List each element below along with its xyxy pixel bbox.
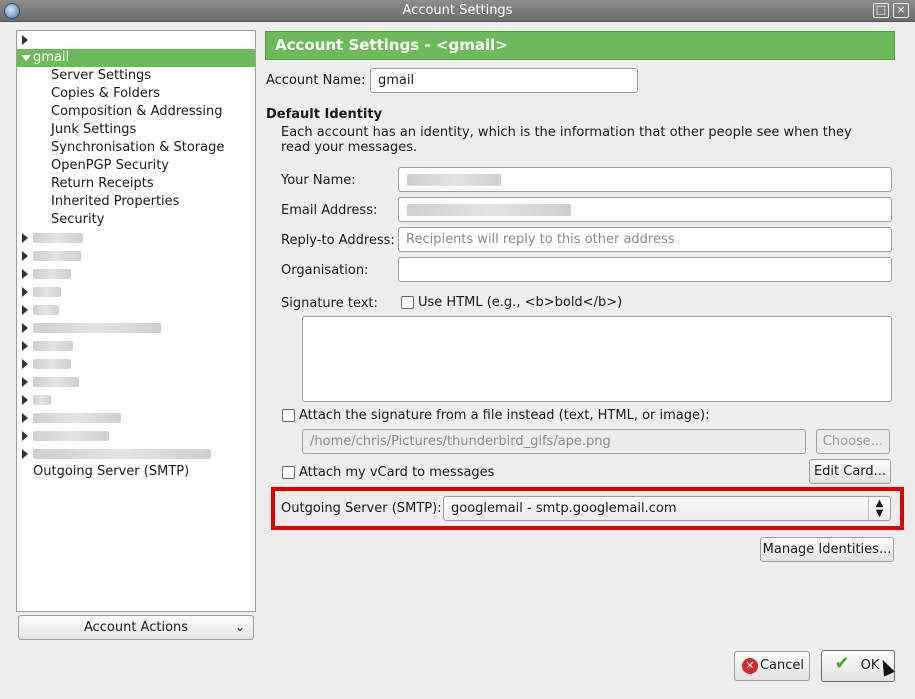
- account-tree[interactable]: gmail Server Settings Copies & Folders C…: [16, 30, 256, 612]
- reply-to-label: Reply-to Address:: [281, 233, 395, 248]
- tree-row-gmail-account[interactable]: gmail: [17, 49, 255, 67]
- use-html-checkbox[interactable]: [401, 296, 414, 309]
- expand-arrow-icon[interactable]: [22, 305, 28, 315]
- tree-item-security[interactable]: Security: [17, 211, 255, 229]
- account-name-input[interactable]: gmail: [370, 68, 638, 93]
- account-name-label: Account Name:: [266, 73, 366, 88]
- cancel-icon: ✕: [742, 658, 758, 674]
- ok-label: OK: [860, 658, 880, 673]
- redacted-label: [33, 377, 79, 387]
- tree-account-label: gmail: [33, 50, 70, 65]
- cancel-label: Cancel: [759, 658, 805, 673]
- tree-row-redacted-account[interactable]: [17, 373, 255, 391]
- use-html-label: Use HTML (e.g., <b>bold</b>): [418, 295, 623, 310]
- tree-item-outgoing-server[interactable]: Outgoing Server (SMTP): [17, 463, 255, 481]
- redacted-label: [33, 269, 71, 279]
- choose-button[interactable]: Choose...: [816, 429, 890, 454]
- tree-row-redacted-account[interactable]: [17, 391, 255, 409]
- expand-arrow-icon[interactable]: [22, 431, 28, 441]
- redacted-label: [33, 449, 211, 459]
- smtp-select[interactable]: googlemail - smtp.googlemail.com ▲ ▼: [443, 496, 891, 521]
- redacted-label: [33, 413, 121, 423]
- redacted-label: [33, 305, 59, 315]
- smtp-label: Outgoing Server (SMTP):: [281, 501, 442, 516]
- redacted-label: [33, 233, 83, 243]
- tree-item-server-settings[interactable]: Server Settings: [17, 67, 255, 85]
- attach-vcard-checkbox[interactable]: [282, 466, 295, 479]
- expand-arrow-icon[interactable]: [22, 233, 28, 243]
- tree-row-redacted-account[interactable]: [17, 445, 255, 463]
- your-name-input[interactable]: [398, 167, 892, 192]
- panel-header: Account Settings - <gmail>: [265, 31, 895, 60]
- tree-row-redacted-account[interactable]: [17, 355, 255, 373]
- signature-textarea[interactable]: [302, 316, 892, 402]
- organisation-input[interactable]: [398, 257, 892, 282]
- chevron-down-icon: ⌄: [234, 620, 245, 634]
- expand-arrow-icon[interactable]: [22, 359, 28, 369]
- email-label: Email Address:: [281, 203, 378, 218]
- updown-arrow-icon: ▲ ▼: [868, 497, 890, 520]
- close-button[interactable]: ×: [893, 3, 909, 18]
- expand-arrow-icon[interactable]: [22, 377, 28, 387]
- organisation-label: Organisation:: [281, 263, 369, 278]
- redacted-label: [33, 251, 81, 261]
- reply-to-input[interactable]: Recipients will reply to this other addr…: [398, 227, 892, 252]
- email-input[interactable]: [398, 197, 892, 222]
- tree-row-redacted-account[interactable]: [17, 247, 255, 265]
- expand-arrow-icon[interactable]: [22, 341, 28, 351]
- attach-vcard-label: Attach my vCard to messages: [299, 465, 495, 480]
- default-identity-title: Default Identity: [266, 107, 383, 122]
- tree-row-redacted-account[interactable]: [17, 427, 255, 445]
- collapse-arrow-icon[interactable]: [21, 55, 31, 61]
- signature-text-label: Signature text:: [281, 296, 378, 311]
- expand-arrow-icon[interactable]: [22, 251, 28, 261]
- expand-arrow-icon[interactable]: [22, 323, 28, 333]
- edit-card-button[interactable]: Edit Card...: [809, 459, 891, 484]
- expand-arrow-icon[interactable]: [22, 413, 28, 423]
- tree-item-junk-settings[interactable]: Junk Settings: [17, 121, 255, 139]
- tree-row-redacted-account[interactable]: [17, 229, 255, 247]
- account-actions-label: Account Actions: [83, 620, 189, 635]
- redacted-label: [33, 431, 109, 441]
- redacted-label: [33, 287, 61, 297]
- expand-arrow-icon[interactable]: [22, 449, 28, 459]
- tree-row-redacted-account[interactable]: [17, 319, 255, 337]
- your-name-label: Your Name:: [281, 173, 356, 188]
- redacted-label: [33, 323, 161, 333]
- redacted-label: [33, 395, 51, 405]
- tree-row-collapsed-account[interactable]: [17, 31, 255, 49]
- expand-arrow-icon[interactable]: [22, 35, 28, 45]
- tree-row-redacted-account[interactable]: [17, 301, 255, 319]
- signature-file-path-input[interactable]: /home/chris/Pictures/thunderbird_gifs/ap…: [302, 429, 806, 454]
- smtp-selected-value: googlemail - smtp.googlemail.com: [451, 501, 677, 516]
- identity-description: Each account has an identity, which is t…: [281, 125, 852, 155]
- redacted-value: [407, 204, 571, 216]
- expand-arrow-icon[interactable]: [22, 287, 28, 297]
- account-actions-button[interactable]: Account Actions ⌄: [18, 615, 254, 640]
- attach-signature-label: Attach the signature from a file instead…: [299, 408, 710, 423]
- cancel-button[interactable]: ✕ Cancel: [734, 651, 810, 681]
- expand-arrow-icon[interactable]: [22, 395, 28, 405]
- window-title: Account Settings: [402, 3, 513, 18]
- tree-row-redacted-account[interactable]: [17, 337, 255, 355]
- redacted-label: [33, 359, 71, 369]
- expand-arrow-icon[interactable]: [22, 269, 28, 279]
- tree-row-redacted-account[interactable]: [17, 283, 255, 301]
- manage-identities-button[interactable]: Manage Identities...: [760, 537, 894, 562]
- tree-item-return-receipts[interactable]: Return Receipts: [17, 175, 255, 193]
- attach-signature-checkbox[interactable]: [282, 409, 295, 422]
- title-bar: Account Settings □ ×: [0, 0, 915, 22]
- tree-item-composition[interactable]: Composition & Addressing: [17, 103, 255, 121]
- redacted-label: [33, 341, 73, 351]
- tree-item-inherited-properties[interactable]: Inherited Properties: [17, 193, 255, 211]
- tree-row-redacted-account[interactable]: [17, 265, 255, 283]
- tree-item-synchronisation[interactable]: Synchronisation & Storage: [17, 139, 255, 157]
- tree-item-copies-folders[interactable]: Copies & Folders: [17, 85, 255, 103]
- tree-item-openpgp[interactable]: OpenPGP Security: [17, 157, 255, 175]
- maximize-button[interactable]: □: [873, 3, 889, 18]
- checkmark-icon: ✔: [834, 653, 850, 674]
- redacted-value: [407, 174, 501, 186]
- tree-row-redacted-account[interactable]: [17, 409, 255, 427]
